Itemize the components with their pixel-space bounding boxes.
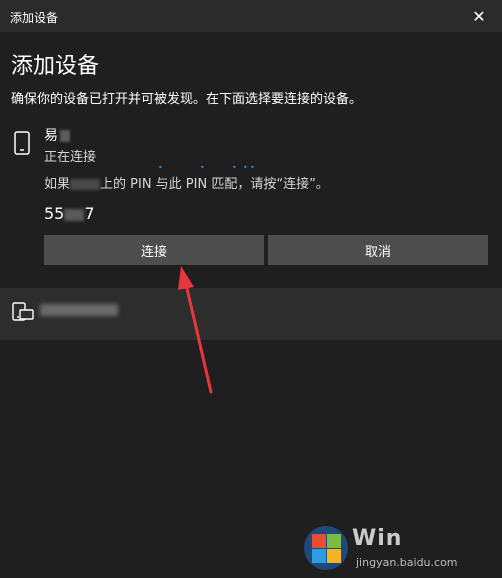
progress-dot: • bbox=[200, 163, 205, 172]
device-status: 正在连接 bbox=[44, 150, 97, 165]
watermark-url: jingyan.baidu.com bbox=[356, 556, 458, 569]
close-icon[interactable]: ✕ bbox=[472, 7, 485, 26]
connecting-device-card: 易 正在连接 • • • • • 如果 上的 PIN 与此 PIN 匹配，请按“连… bbox=[0, 118, 502, 286]
pin-prompt-start: 如果 bbox=[44, 177, 71, 192]
close-button[interactable]: ✕ bbox=[456, 0, 502, 32]
progress-dot: • bbox=[232, 163, 237, 172]
device-list-item[interactable] bbox=[0, 288, 502, 340]
pin-prompt: 如果 上的 PIN 与此 PIN 匹配，请按“连接”。 bbox=[44, 173, 329, 192]
redacted-device-name bbox=[70, 179, 101, 190]
progress-dot: • bbox=[243, 163, 248, 172]
display-device-icon bbox=[12, 302, 34, 321]
progress-dot: • bbox=[158, 163, 163, 172]
pin-prompt-end: 上的 PIN 与此 PIN 匹配，请按“连接”。 bbox=[100, 177, 329, 192]
pin-code-end: 7 bbox=[84, 204, 95, 223]
pin-code-start: 55 bbox=[44, 204, 65, 223]
redacted-name bbox=[60, 130, 70, 142]
progress-dot: • bbox=[250, 163, 255, 172]
device-name-text: 易 bbox=[44, 128, 58, 144]
device-name: 易 bbox=[44, 125, 70, 145]
pin-code: 55 7 bbox=[44, 204, 95, 223]
redacted-pin bbox=[64, 208, 85, 221]
cancel-button[interactable]: 取消 bbox=[268, 235, 488, 265]
page-title: 添加设备 bbox=[11, 54, 100, 79]
windows-logo-icon bbox=[304, 526, 348, 570]
window-title: 添加设备 bbox=[10, 11, 59, 25]
instruction-text: 确保你的设备已打开并可被发现。在下面选择要连接的设备。 bbox=[11, 92, 363, 107]
phone-icon bbox=[14, 131, 30, 155]
title-bar: 添加设备 ✕ bbox=[0, 0, 502, 32]
watermark-text: Win bbox=[352, 526, 403, 551]
watermark: Win jingyan.baidu.com bbox=[300, 520, 502, 578]
connect-button[interactable]: 连接 bbox=[44, 235, 264, 265]
redacted-device-name bbox=[40, 304, 118, 316]
